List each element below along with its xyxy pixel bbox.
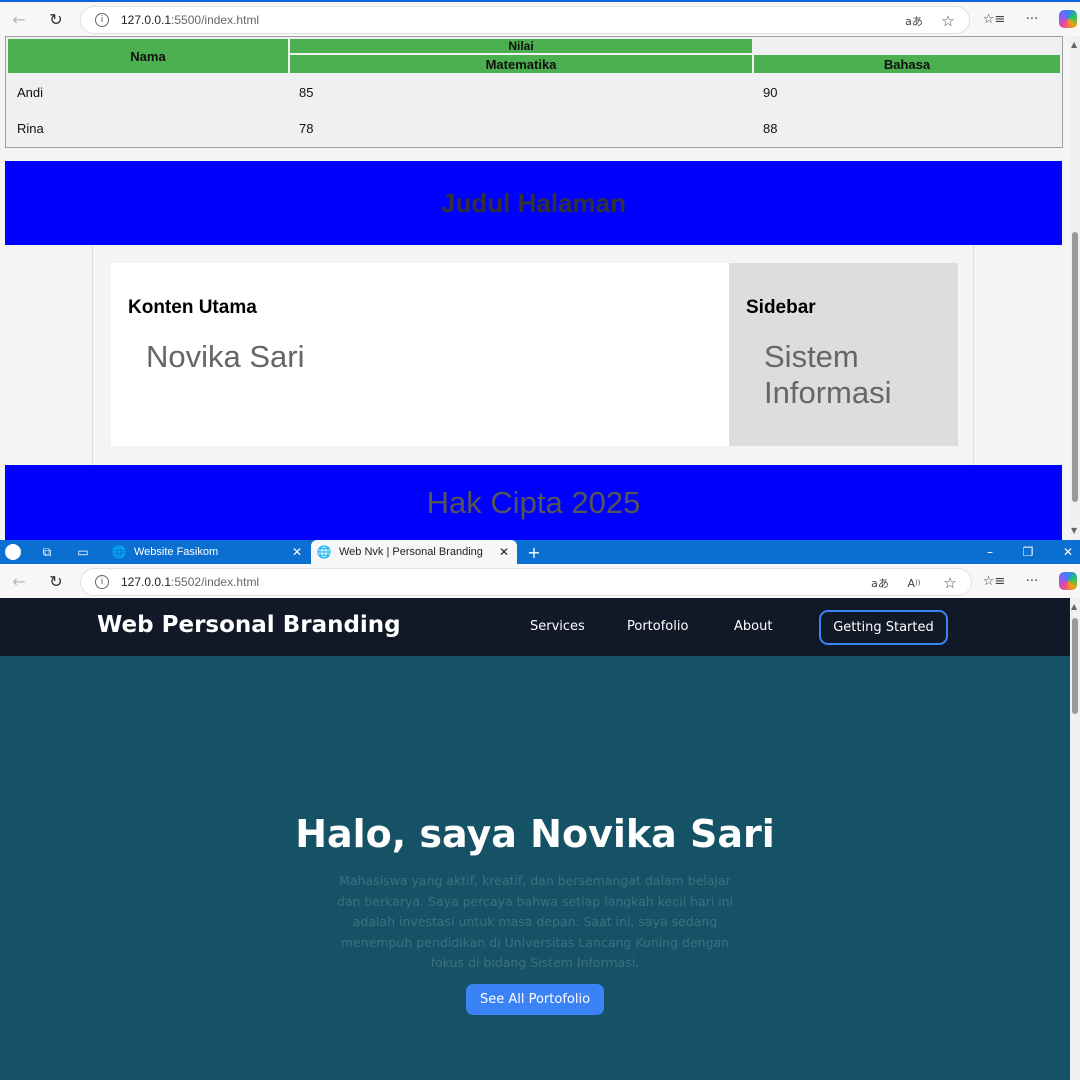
col-header-matematika: Matematika (290, 55, 752, 73)
favorite-star-icon[interactable]: ☆ (937, 10, 959, 32)
tab-web-nvk[interactable]: 🌐 Web Nvk | Personal Branding ✕ (311, 540, 517, 564)
grades-table: Nama Nilai Matematika Bahasa Andi 85 90 … (5, 36, 1063, 148)
scrollbar-thumb[interactable] (1072, 232, 1078, 502)
scroll-up-arrow-icon[interactable]: ▲ (1071, 602, 1077, 611)
profile-avatar-icon[interactable] (4, 543, 22, 561)
site-brand[interactable]: Web Personal Branding (97, 612, 401, 638)
address-url[interactable]: 127.0.0.1:5502/index.html (121, 575, 259, 589)
copilot-icon[interactable] (1057, 8, 1079, 30)
scrollbar-thumb[interactable] (1072, 618, 1078, 714)
table-row: Rina 78 88 (8, 111, 1060, 145)
sidebar-text: Sistem Informasi (764, 339, 892, 410)
tab-label: Website Fasikom (134, 546, 219, 558)
more-menu-icon[interactable]: ··· (1021, 570, 1043, 592)
back-icon[interactable]: ← (6, 6, 32, 32)
table-row: Andi 85 90 (8, 75, 1060, 109)
header-empty-cell (754, 39, 1060, 53)
tab-close-icon[interactable]: ✕ (499, 545, 509, 559)
see-all-portofolio-button[interactable]: See All Portofolio (466, 984, 604, 1015)
main-content-text: Novika Sari (146, 339, 305, 374)
copilot-icon[interactable] (1057, 570, 1079, 592)
site-info-icon[interactable]: i (95, 13, 109, 27)
col-header-nama: Nama (8, 39, 288, 73)
browser-toolbar: ← ↻ i 127.0.0.1:5500/index.html aあ ☆ ☆≡ … (0, 0, 1080, 36)
refresh-icon[interactable]: ↻ (43, 6, 69, 32)
page-header: Judul Halaman (5, 161, 1062, 245)
scroll-up-arrow-icon[interactable]: ▲ (1071, 40, 1077, 49)
nav-link-about[interactable]: About (734, 619, 772, 634)
site-info-icon[interactable]: i (95, 575, 109, 589)
main-content: Konten Utama Novika Sari (111, 263, 729, 446)
sidebar: Sidebar Sistem Informasi (729, 263, 958, 446)
address-bar[interactable]: i 127.0.0.1:5500/index.html aあ ☆ (80, 6, 970, 34)
cell-nama: Andi (8, 75, 288, 109)
cell-matematika: 85 (290, 75, 752, 109)
read-aloud-icon[interactable]: aあ (869, 572, 891, 594)
scroll-down-arrow-icon[interactable]: ▼ (1071, 526, 1077, 535)
table-header-row: Nama Nilai (8, 39, 1060, 73)
hero-description: Mahasiswa yang aktif, kreatif, dan berse… (336, 873, 734, 971)
browser-toolbar: ← ↻ i 127.0.0.1:5502/index.html aあ A)) ☆… (0, 564, 1080, 600)
favorites-list-icon[interactable]: ☆≡ (983, 570, 1006, 592)
cell-matematika: 78 (290, 111, 752, 145)
browser-window-bottom: ⧉ ▭ 🌐 Website Fasikom ✕ 🌐 Web Nvk | Pers… (0, 540, 1080, 1080)
col-header-nilai: Nilai (290, 39, 752, 53)
tab-strip: ⧉ ▭ 🌐 Website Fasikom ✕ 🌐 Web Nvk | Pers… (0, 540, 1080, 564)
nav-link-services[interactable]: Services (530, 619, 585, 634)
tab-actions-icon[interactable]: ▭ (74, 543, 92, 561)
minimize-icon[interactable]: – (980, 543, 1000, 561)
cell-bahasa: 90 (754, 75, 1060, 109)
getting-started-button[interactable]: Getting Started (819, 610, 948, 645)
favorite-star-icon[interactable]: ☆ (939, 572, 961, 594)
new-tab-icon[interactable]: + (525, 543, 543, 562)
personal-branding-site: Web Personal Branding Services Portofoli… (0, 598, 1070, 1080)
browser-window-top: ← ↻ i 127.0.0.1:5500/index.html aあ ☆ ☆≡ … (0, 0, 1080, 540)
back-icon[interactable]: ← (6, 568, 32, 594)
page-title: Judul Halaman (441, 187, 626, 218)
nav-link-portofolio[interactable]: Portofolio (627, 619, 688, 634)
footer-text: Hak Cipta 2025 (426, 484, 641, 520)
tab-label: Web Nvk | Personal Branding (339, 546, 483, 558)
tab-website-fasikom[interactable]: 🌐 Website Fasikom ✕ (108, 540, 310, 564)
page-footer: Hak Cipta 2025 (5, 465, 1062, 540)
globe-icon: 🌐 (316, 545, 332, 559)
refresh-icon[interactable]: ↻ (43, 568, 69, 594)
globe-icon: 🌐 (111, 545, 127, 559)
read-aloud-icon[interactable]: aあ (903, 10, 925, 32)
page-content-top: Nama Nilai Matematika Bahasa Andi 85 90 … (0, 36, 1070, 540)
col-header-bahasa: Bahasa (754, 55, 1060, 73)
cell-bahasa: 88 (754, 111, 1060, 145)
hero-title: Halo, saya Novika Sari (295, 812, 775, 856)
restore-icon[interactable]: ❐ (1018, 543, 1038, 561)
favorites-list-icon[interactable]: ☆≡ (983, 8, 1006, 30)
vertical-scrollbar[interactable]: ▲ ▼ (1070, 36, 1080, 540)
main-content-title: Konten Utama (128, 297, 257, 318)
address-url[interactable]: 127.0.0.1:5500/index.html (121, 13, 259, 27)
window-close-icon[interactable]: ✕ (1058, 543, 1078, 561)
sidebar-title: Sidebar (746, 297, 816, 318)
tab-close-icon[interactable]: ✕ (292, 545, 302, 559)
more-menu-icon[interactable]: ··· (1021, 8, 1043, 30)
vertical-scrollbar[interactable]: ▲ (1070, 598, 1080, 1080)
cell-nama: Rina (8, 111, 288, 145)
immersive-reader-icon[interactable]: A)) (903, 572, 925, 594)
site-navbar: Web Personal Branding Services Portofoli… (0, 598, 1070, 656)
layout-container: Konten Utama Novika Sari Sidebar Sistem … (92, 245, 974, 465)
workspaces-icon[interactable]: ⧉ (38, 543, 56, 561)
address-bar[interactable]: i 127.0.0.1:5502/index.html aあ A)) ☆ (80, 568, 972, 596)
